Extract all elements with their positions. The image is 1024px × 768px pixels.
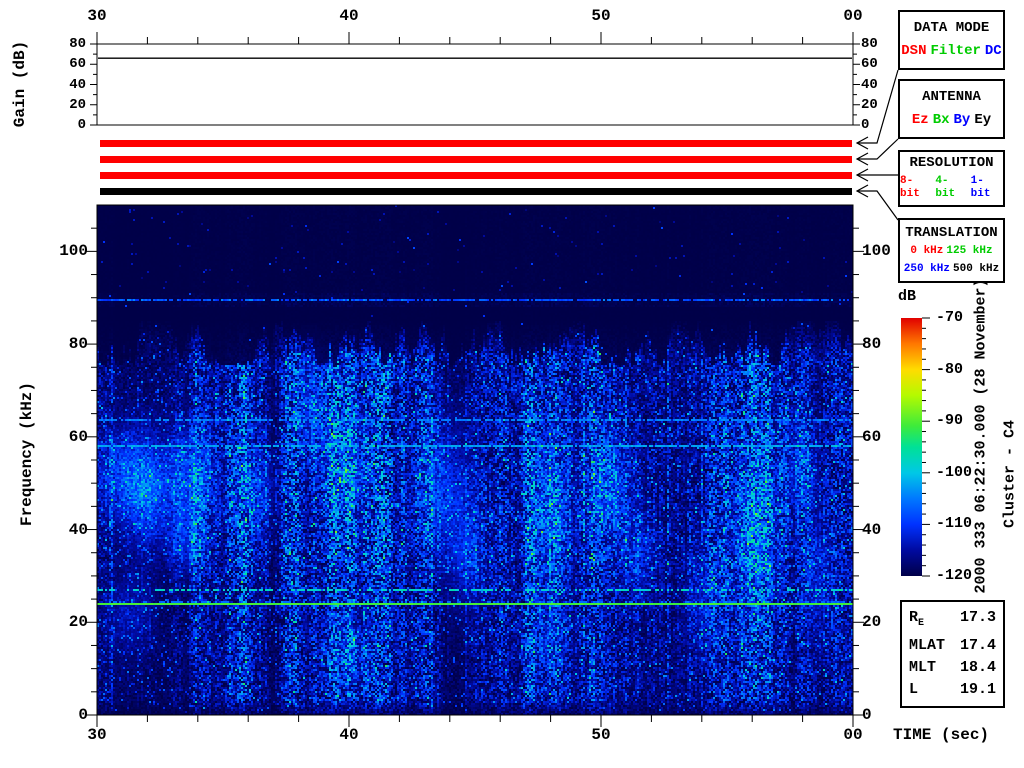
tick-label: 80 [68, 335, 88, 354]
tick-label: 40 [68, 520, 88, 539]
tick-label: 30 [87, 7, 107, 25]
tick-label: 40 [339, 7, 359, 25]
spectrogram-image [97, 205, 853, 715]
tick-label: 50 [591, 7, 611, 25]
tick-label: 100 [862, 242, 891, 261]
ephemeris-row: L 19.1 [909, 682, 996, 698]
panel-values-row: 0 kHz 125 kHz [910, 245, 992, 258]
panel-values-row: 8-bit 4-bit 1-bit [900, 175, 1003, 201]
panel-value: DSN [901, 43, 927, 59]
tick-label: 60 [862, 427, 882, 446]
panel-title: ANTENNA [922, 89, 981, 105]
tick-label: 80 [69, 36, 86, 52]
panel-values-row: Ez Bx By Ey [912, 113, 991, 128]
tick-label: 40 [861, 76, 878, 93]
panel-title: RESOLUTION [909, 155, 994, 172]
ephemeris-panel: RE 17.3 MLAT 17.4 MLT 18.4 L 19.1 [900, 600, 1005, 708]
tick-label: 80 [861, 36, 878, 52]
panel-resolution: RESOLUTION 8-bit 4-bit 1-bit [898, 150, 1005, 207]
tick-label: 100 [59, 242, 88, 261]
panel-value: 4-bit [935, 174, 956, 200]
ephemeris-value: 17.3 [959, 609, 996, 626]
tick-label: 80 [862, 335, 882, 354]
antenna-bar [100, 156, 852, 163]
ephemeris-row: RE 17.3 [909, 610, 996, 632]
panel-value: Bx [932, 112, 950, 128]
frequency-axis-label: Frequency (kHz) [18, 381, 36, 527]
tick-label: 50 [591, 726, 611, 744]
spacecraft-annotation: Cluster - C4 [1001, 419, 1019, 529]
ephemeris-value: 19.1 [959, 681, 996, 698]
tick-label: 60 [861, 56, 878, 73]
panel-value: DC [984, 43, 1002, 59]
ephemeris-label: MLAT [909, 637, 946, 654]
tick-label: 00 [843, 7, 863, 25]
panel-value: Ey [974, 112, 992, 128]
tick-label: 0 [862, 706, 872, 724]
tick-label: 20 [862, 613, 882, 632]
data-mode-bar [100, 140, 852, 147]
panel-title: DATA MODE [913, 20, 990, 36]
tick-label: 40 [862, 520, 882, 539]
panel-values-row: DSN Filter DC [901, 44, 1001, 59]
ephemeris-row: MLAT 17.4 [909, 638, 996, 654]
tick-label: 40 [339, 726, 359, 744]
tick-label: 00 [843, 726, 863, 744]
panel-antenna: ANTENNA Ez Bx By Ey [898, 79, 1005, 139]
panel-value: 8-bit [900, 174, 920, 200]
panel-value: Ez [911, 112, 929, 128]
tick-label: 60 [68, 427, 88, 446]
tick-label: 0 [77, 117, 86, 133]
ephemeris-label: MLT [909, 659, 937, 676]
panel-value: 0 kHz [910, 245, 944, 257]
panel-title: TRANSLATION [905, 224, 998, 241]
tick-label: 0 [78, 706, 88, 724]
panel-value: 250 kHz [903, 262, 950, 275]
ephemeris-value: 17.4 [959, 637, 996, 654]
panel-value: By [953, 112, 971, 128]
tick-label: 40 [69, 76, 86, 93]
ephemeris-value: 18.4 [959, 659, 996, 676]
panel-value: 500 kHz [953, 262, 1000, 275]
wbd-spectrogram-display: Gain (dB) Frequency (kHz) 30 30 40 40 50 50 00… [0, 0, 1024, 768]
resolution-bar [100, 172, 852, 179]
ephemeris-row: MLT 18.4 [909, 660, 996, 676]
panel-value: Filter [930, 43, 981, 59]
colorbar-title: dB [898, 288, 917, 305]
tick-label: 20 [69, 96, 86, 113]
time-axis-label: TIME (sec) [893, 726, 990, 744]
tick-label: 20 [68, 613, 88, 632]
ephemeris-label: L [909, 681, 919, 698]
panel-values-row: 250 kHz 500 kHz [904, 263, 999, 276]
tick-label: 0 [861, 117, 870, 133]
panel-translation: TRANSLATION 0 kHz 125 kHz 250 kHz 500 kHz [898, 218, 1005, 283]
datetime-annotation: 2000 333 06:22:30.000 (28 November) [972, 278, 990, 594]
colorbar [901, 318, 922, 576]
panel-value: 1-bit [970, 174, 991, 200]
ephemeris-label: RE [909, 609, 925, 630]
translation-bar [100, 188, 852, 195]
tick-label: 30 [87, 726, 107, 744]
tick-label: 60 [69, 56, 86, 73]
gain-axis-label: Gain (dB) [11, 40, 29, 128]
panel-data-mode: DATA MODE DSN Filter DC [898, 10, 1005, 70]
panel-value: 125 kHz [946, 245, 993, 257]
tick-label: 20 [861, 96, 878, 113]
